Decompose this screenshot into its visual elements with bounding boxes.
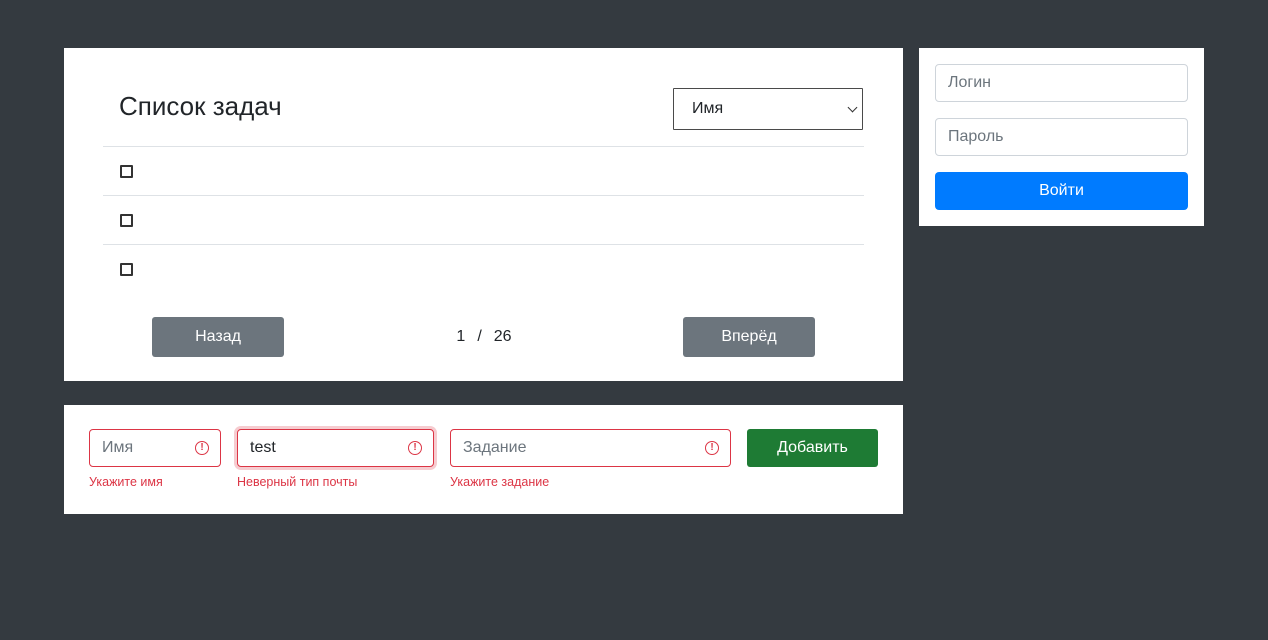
login-button[interactable]: Войти: [935, 172, 1188, 210]
task-placeholder: Задание: [463, 439, 527, 456]
task-list: [103, 146, 864, 293]
email-input[interactable]: test !: [237, 429, 434, 467]
alert-circle-icon: !: [195, 441, 209, 455]
name-input[interactable]: Имя !: [89, 429, 221, 467]
task-list-card: Список задач Имя Назад 1 / 26 Вперёд: [64, 48, 903, 381]
task-row: [103, 146, 864, 195]
next-button[interactable]: Вперёд: [683, 317, 815, 357]
task-checkbox[interactable]: [120, 214, 133, 227]
task-checkbox[interactable]: [120, 263, 133, 276]
pagination-indicator: 1 / 26: [444, 328, 524, 346]
task-row: [103, 244, 864, 293]
login-card: Логин Пароль Войти: [919, 48, 1204, 226]
page-separator: /: [477, 328, 482, 345]
name-placeholder: Имя: [102, 439, 134, 456]
chevron-down-icon: [847, 102, 858, 113]
task-input[interactable]: Задание !: [450, 429, 731, 467]
alert-circle-icon: !: [705, 441, 719, 455]
login-placeholder: Логин: [948, 74, 992, 91]
password-placeholder: Пароль: [948, 128, 1004, 145]
add-task-button[interactable]: Добавить: [747, 429, 878, 467]
page-current: 1: [456, 328, 466, 345]
login-input[interactable]: Логин: [935, 64, 1188, 102]
task-checkbox[interactable]: [120, 165, 133, 178]
sort-select[interactable]: Имя: [673, 88, 863, 130]
add-task-card: Имя ! Укажите имя test ! Неверный тип по…: [64, 405, 903, 514]
page-total: 26: [493, 328, 512, 345]
password-input[interactable]: Пароль: [935, 118, 1188, 156]
email-value: test: [250, 439, 276, 456]
alert-circle-icon: !: [408, 441, 422, 455]
name-error-message: Укажите имя: [89, 475, 163, 489]
email-error-message: Неверный тип почты: [237, 475, 358, 489]
page-title: Список задач: [119, 91, 282, 121]
sort-select-value: Имя: [692, 100, 724, 117]
task-error-message: Укажите задание: [450, 475, 550, 489]
back-button[interactable]: Назад: [152, 317, 284, 357]
task-row: [103, 195, 864, 244]
